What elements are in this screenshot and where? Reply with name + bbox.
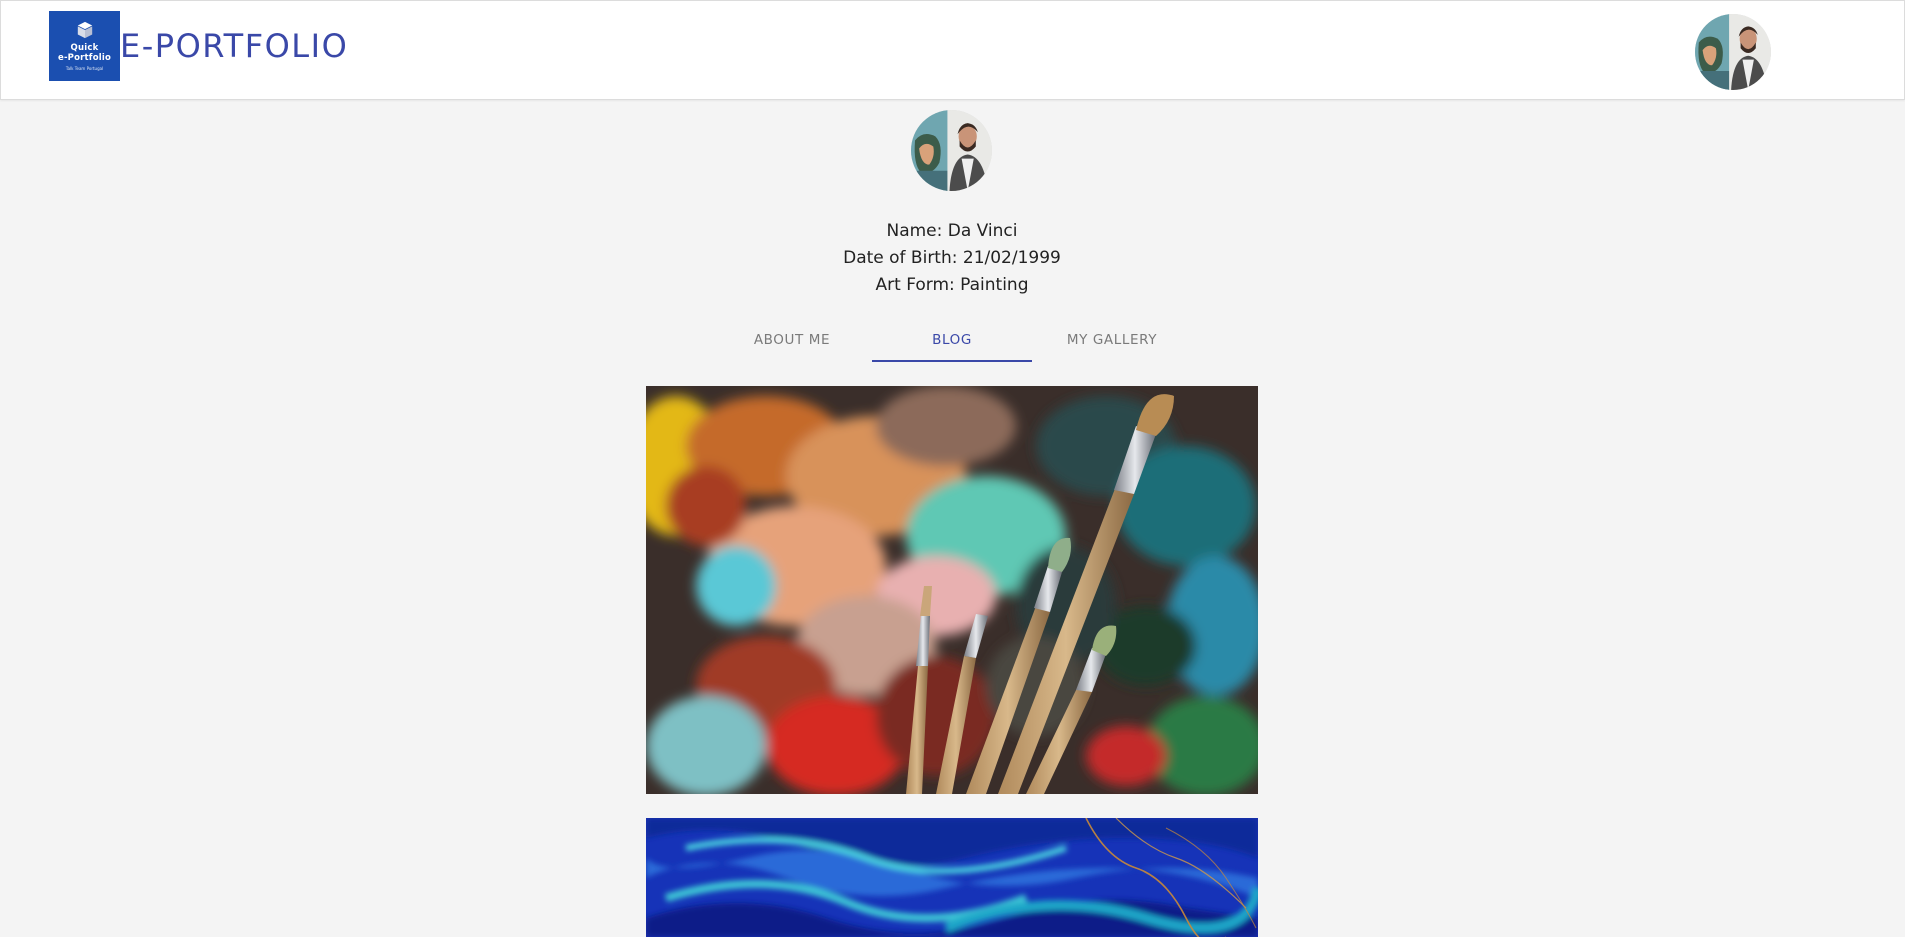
oil-paint-palette-image [646,386,1258,794]
app-header: Quick e-Portfolio Talk Team Portugal E-P… [0,0,1905,100]
profile-tabs: ABOUT ME BLOG MY GALLERY [712,317,1192,362]
profile-dob: Date of Birth: 21/02/1999 [843,248,1061,268]
profile-avatar [911,110,992,191]
profile-name: Name: Da Vinci [886,221,1018,241]
account-avatar[interactable] [1695,14,1771,90]
user-avatar-icon [911,110,992,191]
cube-stack-icon [77,21,92,38]
app-title: E-PORTFOLIO [120,27,349,65]
tab-my-gallery[interactable]: MY GALLERY [1032,317,1192,362]
blog-post-image[interactable] [646,386,1258,794]
user-avatar-icon [1695,14,1771,90]
profile-artform: Art Form: Painting [875,275,1029,295]
profile-details: Name: Da Vinci Date of Birth: 21/02/1999… [752,218,1152,299]
logo-text-line1: Quick [70,42,99,53]
tab-about-me[interactable]: ABOUT ME [712,317,872,362]
logo-text-line3: Talk Team Portugal [65,65,104,71]
logo-text-line2: e-Portfolio [57,52,112,63]
blog-post-image[interactable] [646,818,1258,937]
tab-blog[interactable]: BLOG [872,317,1032,362]
blue-marble-art-image [646,818,1258,937]
app-logo[interactable]: Quick e-Portfolio Talk Team Portugal [49,11,120,81]
